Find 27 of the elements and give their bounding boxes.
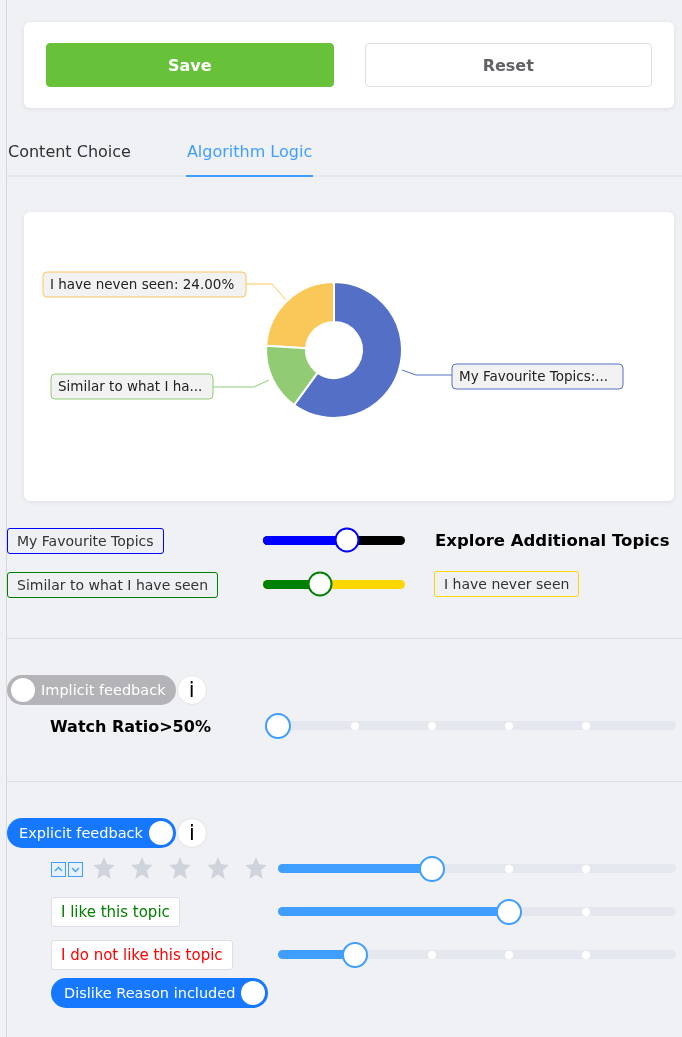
mix-slider[interactable]: [263, 571, 405, 597]
topic-tag: My Favourite Topics: [7, 527, 164, 554]
slider[interactable]: [265, 713, 676, 739]
reset-button[interactable]: Reset: [364, 43, 652, 87]
chart-label: I have neven seen: 24.00%: [42, 271, 247, 298]
spinner-down-icon[interactable]: [68, 861, 83, 877]
metric-label: Watch Ratio>50%: [49, 716, 212, 736]
chart-label: My Favourite Topics:...: [451, 363, 624, 390]
feedback-toggle[interactable]: Explicit feedback: [7, 818, 176, 848]
dislike-reason-toggle[interactable]: Dislike Reason included: [51, 978, 269, 1008]
leader-line: [212, 379, 270, 388]
leader-line: [245, 283, 287, 301]
info-button[interactable]: i: [176, 675, 207, 705]
save-button[interactable]: Save: [46, 43, 334, 87]
mix-slider[interactable]: [263, 527, 405, 553]
feedback-toggle[interactable]: Implicit feedback: [7, 675, 176, 705]
feedback-tag: I do not like this topic: [51, 940, 233, 970]
spinner-up-icon[interactable]: [51, 861, 66, 877]
topic-tag: I have never seen: [434, 571, 580, 597]
tab[interactable]: Algorithm Logic: [185, 134, 314, 177]
info-button[interactable]: i: [176, 818, 207, 848]
chart-label: Similar to what I ha...: [50, 373, 214, 400]
leader-line: [401, 369, 453, 376]
section-title: Explore Additional Topics: [435, 530, 670, 550]
topic-tag: Similar to what I have seen: [7, 571, 219, 598]
tab[interactable]: Content Choice: [7, 134, 132, 177]
feedback-tag: I like this topic: [51, 897, 180, 927]
